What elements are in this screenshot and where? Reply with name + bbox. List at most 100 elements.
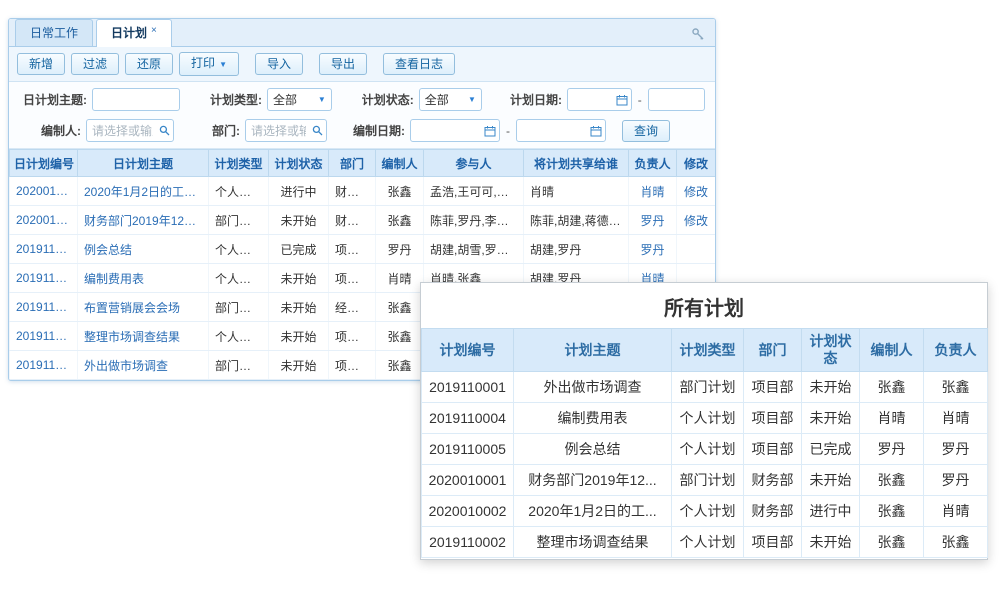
cell-link[interactable]: 编制费用表 (78, 264, 209, 293)
table-row[interactable]: 2020010001财务部门2019年12...部门计划财务部未开始张鑫罗丹 (422, 465, 988, 496)
table-cell: 肖晴 (376, 264, 424, 293)
table-cell: 未开始 (802, 465, 860, 496)
table-cell: 张鑫 (376, 177, 424, 206)
table-row[interactable]: 2019110001外出做市场调查部门计划项目部未开始张鑫张鑫 (422, 372, 988, 403)
search-icon[interactable] (159, 125, 170, 136)
table-cell: 肖晴 (924, 496, 988, 527)
subject-label: 日计划主题: (23, 91, 87, 108)
tab-daily-plan[interactable]: 日计划× (96, 19, 172, 47)
print-label: 打印 (191, 56, 215, 70)
table-cell: 项目部 (329, 322, 376, 351)
cell-link[interactable]: 布置营销展会会场 (78, 293, 209, 322)
table-cell: 罗丹 (924, 434, 988, 465)
plan-status-label: 计划状态: (362, 91, 414, 108)
cell-link[interactable]: 2020年1月2日的工作日... (78, 177, 209, 206)
tab-label: 日常工作 (30, 26, 78, 40)
date-range-separator: - (638, 93, 642, 107)
compile-date-label: 编制日期: (353, 122, 405, 139)
column-header: 日计划编号 (10, 150, 78, 177)
cell-link[interactable]: 修改 (677, 206, 716, 235)
subject-input[interactable] (92, 88, 180, 111)
table-cell: 个人计划 (209, 322, 269, 351)
plan-status-select[interactable]: 全部 ▼ (419, 88, 482, 111)
table-cell: 项目部 (744, 403, 802, 434)
cell-link[interactable]: 肖晴 (629, 177, 677, 206)
table-cell: 胡建,罗丹 (524, 235, 629, 264)
query-button[interactable]: 查询 (622, 120, 670, 142)
key-icon[interactable] (689, 25, 707, 43)
cell-link[interactable]: 2019110005 (10, 235, 78, 264)
compiler-label: 编制人: (41, 122, 81, 139)
cell-link[interactable]: 外出做市场调查 (78, 351, 209, 380)
chevron-down-icon: ▼ (219, 60, 227, 69)
table-cell: 张鑫 (860, 496, 924, 527)
table-cell: 财务部 (744, 465, 802, 496)
table-cell: 张鑫 (860, 465, 924, 496)
cell-link[interactable]: 2019110003 (10, 293, 78, 322)
export-button[interactable]: 导出 (319, 53, 367, 75)
cell-link[interactable]: 2019110004 (10, 264, 78, 293)
table-cell: 项目部 (329, 235, 376, 264)
plan-type-label: 计划类型: (210, 91, 262, 108)
cell-link[interactable]: 罗丹 (629, 206, 677, 235)
import-button[interactable]: 导入 (255, 53, 303, 75)
add-button[interactable]: 新增 (17, 53, 65, 75)
table-cell: 未开始 (802, 403, 860, 434)
table-cell: 张鑫 (924, 372, 988, 403)
column-header: 将计划共享给谁 (524, 150, 629, 177)
table-row[interactable]: 2019110005例会总结个人计划项目部已完成罗丹罗丹 (422, 434, 988, 465)
plan-date-to-input[interactable] (648, 88, 705, 111)
calendar-icon[interactable] (484, 125, 496, 137)
column-header: 修改 (677, 150, 716, 177)
column-header: 部门 (329, 150, 376, 177)
tab-daily-work[interactable]: 日常工作 (15, 19, 93, 46)
table-cell: 陈菲,罗丹,李若若,罗... (424, 206, 524, 235)
filter-row-1: 日计划主题: 计划类型: 全部 ▼ 计划状态: 全部 ▼ 计划日期: (9, 84, 715, 115)
cell-link[interactable]: 例会总结 (78, 235, 209, 264)
table-row[interactable]: 20200100022020年1月2日的工作日...个人计划进行中财务部张鑫孟浩… (10, 177, 716, 206)
table-cell: 个人计划 (209, 177, 269, 206)
table-cell: 陈菲,胡建,蒋德帧... (524, 206, 629, 235)
plan-type-select[interactable]: 全部 ▼ (267, 88, 332, 111)
filter-button[interactable]: 过滤 (71, 53, 119, 75)
table-row[interactable]: 20200100022020年1月2日的工...个人计划财务部进行中张鑫肖晴 (422, 496, 988, 527)
restore-button[interactable]: 还原 (125, 53, 173, 75)
table-cell: 项目部 (329, 264, 376, 293)
table-cell: 2020010001 (422, 465, 514, 496)
cell-link[interactable]: 2019110001 (10, 351, 78, 380)
view-log-button[interactable]: 查看日志 (383, 53, 455, 75)
cell-link[interactable]: 罗丹 (629, 235, 677, 264)
table-cell: 张鑫 (924, 527, 988, 558)
cell-link[interactable]: 2020010002 (10, 177, 78, 206)
column-header: 编制人 (376, 150, 424, 177)
table-row[interactable]: 2019110005例会总结个人计划已完成项目部罗丹胡建,胡雪,罗丹,任晓...… (10, 235, 716, 264)
table-row[interactable]: 2019110002整理市场调查结果个人计划项目部未开始张鑫张鑫 (422, 527, 988, 558)
close-tab-icon[interactable]: × (151, 25, 157, 36)
calendar-icon[interactable] (616, 94, 628, 106)
print-dropdown-button[interactable]: 打印 ▼ (179, 52, 239, 76)
cell-link[interactable]: 财务部门2019年12月的... (78, 206, 209, 235)
plan-date-from-field (567, 88, 632, 111)
table-cell: 罗丹 (924, 465, 988, 496)
table-cell: 未开始 (802, 372, 860, 403)
header-row: 计划编号计划主题计划类型部门计划状态编制人负责人 (422, 329, 988, 372)
plan-status-value: 全部 (425, 91, 449, 108)
table-cell: 部门计划 (672, 372, 744, 403)
date-range-separator: - (506, 124, 510, 138)
column-header: 计划类型 (672, 329, 744, 372)
table-cell (677, 235, 716, 264)
cell-link[interactable]: 整理市场调查结果 (78, 322, 209, 351)
search-icon[interactable] (312, 125, 323, 136)
table-cell: 未开始 (802, 527, 860, 558)
table-cell: 个人计划 (672, 496, 744, 527)
column-header: 计划状态 (802, 329, 860, 372)
table-row[interactable]: 2019110004编制费用表个人计划项目部未开始肖晴肖晴 (422, 403, 988, 434)
table-cell: 编制费用表 (514, 403, 672, 434)
table-cell: 已完成 (269, 235, 329, 264)
calendar-icon[interactable] (590, 125, 602, 137)
cell-link[interactable]: 2019110002 (10, 322, 78, 351)
cell-link[interactable]: 2020010001 (10, 206, 78, 235)
cell-link[interactable]: 修改 (677, 177, 716, 206)
table-cell: 个人计划 (209, 235, 269, 264)
table-row[interactable]: 2020010001财务部门2019年12月的...部门计划未开始财务部张鑫陈菲… (10, 206, 716, 235)
